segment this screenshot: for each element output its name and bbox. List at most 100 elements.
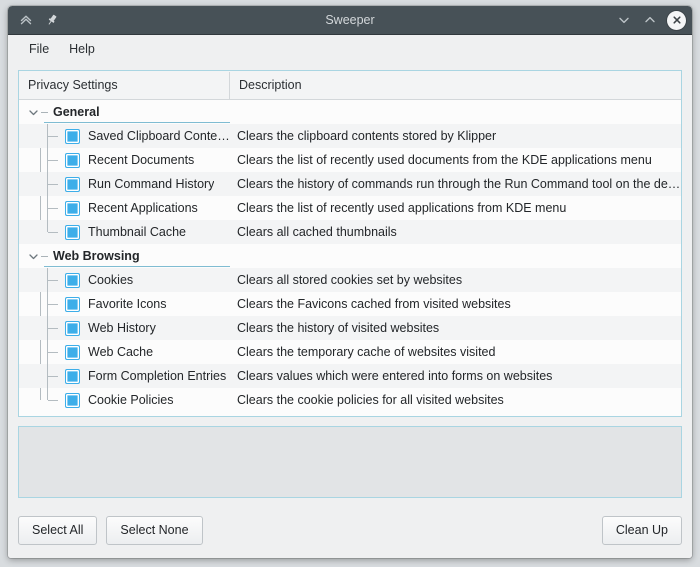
treeview-item-row[interactable]: Web History Clears the history of visited… bbox=[19, 316, 681, 340]
treeview-item-row[interactable]: Thumbnail Cache Clears all cached thumbna… bbox=[19, 220, 681, 244]
group-underline bbox=[44, 122, 230, 123]
treeview-item-description: Clears the Favicons cached from visited … bbox=[230, 297, 681, 311]
item-checkbox[interactable] bbox=[65, 393, 80, 408]
treeview-item-row[interactable]: Cookie Policies Clears the cookie policie… bbox=[19, 388, 681, 412]
treeview-item-label: Web History bbox=[88, 321, 156, 335]
treeview-item-description: Clears all cached thumbnails bbox=[230, 225, 681, 239]
tree-branch-horizontal bbox=[48, 328, 58, 329]
treeview-item-description: Clears the history of visited websites bbox=[230, 321, 681, 335]
treeview-item-row[interactable]: Saved Clipboard ContentsClears the clipb… bbox=[19, 124, 681, 148]
treeview-item-description: Clears the cookie policies for all visit… bbox=[230, 393, 681, 407]
tree-indent bbox=[19, 220, 65, 244]
window-title: Sweeper bbox=[8, 6, 692, 34]
treeview-item-description: Clears the list of recently used applica… bbox=[230, 201, 681, 215]
treeview-item-row[interactable]: Recent Documents Clears the list of recen… bbox=[19, 148, 681, 172]
tree-indent bbox=[19, 196, 65, 220]
clean-up-button[interactable]: Clean Up bbox=[602, 516, 682, 545]
treeview-item-row[interactable]: Web Cache Clears the temporary cache of w… bbox=[19, 340, 681, 364]
treeview-item-label: Web Cache bbox=[88, 345, 153, 359]
treeview-item-label: Recent Applications bbox=[88, 201, 198, 215]
tree-indent bbox=[19, 172, 65, 196]
tree-indent bbox=[19, 148, 65, 172]
titlebar-right-buttons bbox=[612, 9, 686, 31]
treeview-item-label: Thumbnail Cache bbox=[88, 225, 186, 239]
treeview-group-label: General bbox=[51, 105, 100, 119]
item-checkbox[interactable] bbox=[65, 225, 80, 240]
treeview-item-row[interactable]: Form Completion Entries Clears values whi… bbox=[19, 364, 681, 388]
item-checkbox[interactable] bbox=[65, 177, 80, 192]
treeview-group-children: Saved Clipboard ContentsClears the clipb… bbox=[19, 124, 681, 244]
window-content: Privacy Settings Description General Save… bbox=[8, 63, 692, 558]
treeview-group-row[interactable]: Web Browsing bbox=[19, 244, 681, 268]
item-checkbox[interactable] bbox=[65, 369, 80, 384]
column-header-privacy-settings[interactable]: Privacy Settings bbox=[19, 72, 230, 99]
treeview-item-label: Favorite Icons bbox=[88, 297, 167, 311]
treeview-item-description: Clears the history of commands run throu… bbox=[230, 177, 681, 191]
treeview-item-row[interactable]: Run Command History Clears the history of… bbox=[19, 172, 681, 196]
button-bar: Select All Select None Clean Up bbox=[18, 498, 682, 550]
tree-branch-horizontal bbox=[48, 184, 58, 185]
privacy-settings-treeview[interactable]: Privacy Settings Description General Save… bbox=[18, 70, 682, 417]
treeview-group-row[interactable]: General bbox=[19, 100, 681, 124]
window-titlebar[interactable]: Sweeper bbox=[8, 6, 692, 35]
select-all-button[interactable]: Select All bbox=[18, 516, 97, 545]
chevron-down-icon[interactable] bbox=[25, 100, 41, 124]
treeview-item-row[interactable]: Cookies Clears all stored cookies set by … bbox=[19, 268, 681, 292]
treeview-item-row[interactable]: Recent Applications Clears the list of re… bbox=[19, 196, 681, 220]
tree-branch-line bbox=[41, 256, 48, 257]
treeview-item-description: Clears the temporary cache of websites v… bbox=[230, 345, 681, 359]
group-underline bbox=[44, 266, 230, 267]
treeview-item-label: Cookies bbox=[88, 273, 133, 287]
tree-indent bbox=[19, 316, 65, 340]
treeview-rows: GeneralSaved Clipboard ContentsClears th… bbox=[19, 100, 681, 412]
tree-branch-horizontal bbox=[48, 232, 58, 233]
item-checkbox[interactable] bbox=[65, 321, 80, 336]
tree-indent bbox=[19, 340, 65, 364]
treeview-item-description: Clears values which were entered into fo… bbox=[230, 369, 681, 383]
treeview-header: Privacy Settings Description bbox=[19, 71, 681, 100]
tree-indent bbox=[19, 292, 65, 316]
menu-help[interactable]: Help bbox=[59, 39, 105, 59]
application-window: Sweeper File Help bbox=[8, 6, 692, 558]
chevron-down-icon[interactable] bbox=[25, 244, 41, 268]
menu-file[interactable]: File bbox=[19, 39, 59, 59]
keep-above-pin-icon[interactable] bbox=[40, 9, 64, 31]
menubar: File Help bbox=[8, 35, 692, 63]
item-checkbox[interactable] bbox=[65, 201, 80, 216]
treeview-item-label: Form Completion Entries bbox=[88, 369, 226, 383]
treeview-item-label: Cookie Policies bbox=[88, 393, 173, 407]
select-none-button[interactable]: Select None bbox=[106, 516, 202, 545]
treeview-item-description: Clears all stored cookies set by website… bbox=[230, 273, 681, 287]
treeview-item-label: Run Command History bbox=[88, 177, 214, 191]
treeview-item-label: Recent Documents bbox=[88, 153, 194, 167]
tree-indent bbox=[19, 364, 65, 388]
close-icon[interactable] bbox=[667, 11, 686, 30]
item-checkbox[interactable] bbox=[65, 297, 80, 312]
maximize-icon[interactable] bbox=[638, 9, 662, 31]
tree-branch-horizontal bbox=[48, 376, 58, 377]
item-checkbox[interactable] bbox=[65, 345, 80, 360]
column-header-description[interactable]: Description bbox=[230, 72, 681, 99]
tree-branch-horizontal bbox=[48, 304, 58, 305]
tree-branch-horizontal bbox=[48, 400, 58, 401]
tree-indent bbox=[19, 388, 65, 412]
tree-branch-horizontal bbox=[48, 280, 58, 281]
titlebar-left-buttons bbox=[14, 9, 64, 31]
tree-branch-line bbox=[41, 112, 48, 113]
shade-icon[interactable] bbox=[14, 9, 38, 31]
item-checkbox[interactable] bbox=[65, 273, 80, 288]
treeview-item-description: Clears the list of recently used documen… bbox=[230, 153, 681, 167]
tree-branch-horizontal bbox=[48, 352, 58, 353]
item-checkbox[interactable] bbox=[65, 129, 80, 144]
tree-branch-vertical bbox=[47, 220, 48, 232]
treeview-item-row[interactable]: Favorite Icons Clears the Favicons cached… bbox=[19, 292, 681, 316]
item-checkbox[interactable] bbox=[65, 153, 80, 168]
treeview-group-children: Cookies Clears all stored cookies set by … bbox=[19, 268, 681, 412]
treeview-item-description: Clears the clipboard contents stored by … bbox=[230, 129, 681, 143]
treeview-item-label: Saved Clipboard Contents bbox=[88, 129, 230, 143]
minimize-icon[interactable] bbox=[612, 9, 636, 31]
tree-indent bbox=[19, 124, 65, 148]
tree-branch-vertical bbox=[47, 388, 48, 400]
tree-branch-horizontal bbox=[48, 208, 58, 209]
tree-branch-horizontal bbox=[48, 136, 58, 137]
